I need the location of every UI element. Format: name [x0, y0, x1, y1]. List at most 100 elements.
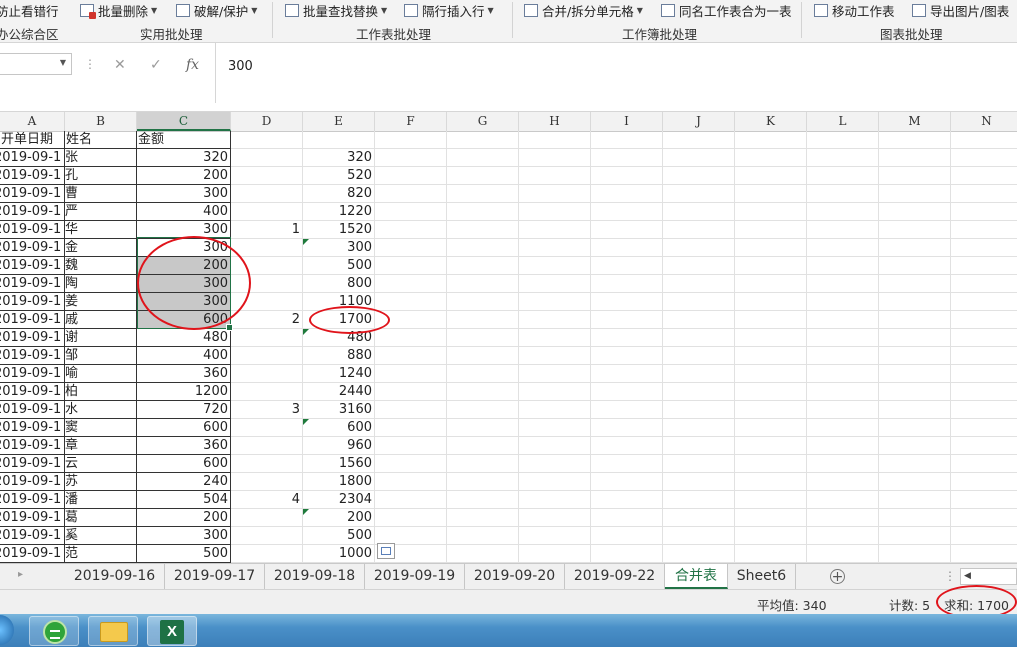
empty-cell[interactable]	[375, 239, 447, 257]
cell-b[interactable]: 范	[65, 545, 137, 563]
formula-input[interactable]: 300	[215, 43, 1017, 103]
empty-cell[interactable]	[735, 455, 807, 473]
cell-d[interactable]	[231, 473, 303, 491]
empty-cell[interactable]	[807, 347, 879, 365]
empty-cell[interactable]	[951, 329, 1017, 347]
empty-cell[interactable]	[591, 365, 663, 383]
empty-cell[interactable]	[807, 149, 879, 167]
empty-cell[interactable]	[951, 437, 1017, 455]
cell-c[interactable]: 600	[137, 311, 231, 329]
empty-cell[interactable]	[663, 167, 735, 185]
empty-cell[interactable]	[591, 293, 663, 311]
empty-cell[interactable]	[879, 437, 951, 455]
tab-2019-09-19[interactable]: 2019-09-19	[365, 564, 465, 589]
empty-cell[interactable]	[519, 239, 591, 257]
cell-e[interactable]: 820	[303, 185, 375, 203]
empty-cell[interactable]	[735, 419, 807, 437]
empty-cell[interactable]	[375, 221, 447, 239]
cell-b[interactable]: 魏	[65, 257, 137, 275]
empty-cell[interactable]	[735, 347, 807, 365]
empty-cell[interactable]	[375, 437, 447, 455]
empty-cell[interactable]	[519, 491, 591, 509]
empty-cell[interactable]	[807, 491, 879, 509]
cell-b[interactable]: 潘	[65, 491, 137, 509]
cell-c[interactable]: 200	[137, 167, 231, 185]
ribbon-button-interleave-insert-row[interactable]: 隔行插入行 ▼	[404, 2, 494, 19]
empty-cell[interactable]	[663, 545, 735, 563]
empty-cell[interactable]	[663, 347, 735, 365]
empty-cell[interactable]	[447, 311, 519, 329]
empty-cell[interactable]	[591, 329, 663, 347]
empty-cell[interactable]	[951, 203, 1017, 221]
cell-a[interactable]: 2019-09-1	[0, 545, 65, 563]
column-header-j[interactable]: J	[663, 112, 735, 131]
empty-cell[interactable]	[375, 203, 447, 221]
empty-cell[interactable]	[735, 365, 807, 383]
empty-cell[interactable]	[951, 545, 1017, 563]
empty-cell[interactable]	[375, 491, 447, 509]
empty-cell[interactable]	[447, 293, 519, 311]
cell-b[interactable]: 姜	[65, 293, 137, 311]
column-header-d[interactable]: D	[231, 112, 303, 131]
cell-a[interactable]: 2019-09-1	[0, 257, 65, 275]
empty-cell[interactable]	[519, 527, 591, 545]
empty-cell[interactable]	[735, 401, 807, 419]
empty-cell[interactable]	[519, 311, 591, 329]
empty-cell[interactable]	[807, 419, 879, 437]
empty-cell[interactable]	[663, 455, 735, 473]
ribbon-button-merge-split-cells[interactable]: 合并/拆分单元格 ▼	[524, 2, 643, 19]
taskbar-browser[interactable]	[29, 616, 79, 646]
cell-a[interactable]: 2019-09-1	[0, 527, 65, 545]
empty-cell[interactable]	[879, 311, 951, 329]
cell-c[interactable]: 504	[137, 491, 231, 509]
empty-cell[interactable]	[591, 509, 663, 527]
empty-cell[interactable]	[591, 239, 663, 257]
empty-cell[interactable]	[951, 383, 1017, 401]
cell-d[interactable]	[231, 437, 303, 455]
empty-cell[interactable]	[447, 383, 519, 401]
empty-cell[interactable]	[303, 131, 375, 149]
cell-e[interactable]: 2304	[303, 491, 375, 509]
empty-cell[interactable]	[447, 419, 519, 437]
empty-cell[interactable]	[807, 383, 879, 401]
empty-cell[interactable]	[807, 167, 879, 185]
cell-b[interactable]: 水	[65, 401, 137, 419]
cell-e[interactable]: 2440	[303, 383, 375, 401]
cell-c[interactable]: 300	[137, 185, 231, 203]
tab-2019-09-22[interactable]: 2019-09-22	[565, 564, 665, 589]
cell-e[interactable]: 880	[303, 347, 375, 365]
empty-cell[interactable]	[375, 401, 447, 419]
empty-cell[interactable]	[519, 257, 591, 275]
empty-cell[interactable]	[807, 293, 879, 311]
empty-cell[interactable]	[879, 185, 951, 203]
empty-cell[interactable]	[591, 491, 663, 509]
cell-b[interactable]: 窦	[65, 419, 137, 437]
worksheet-grid[interactable]: 开单日期 姓名 金额 2019-09-1 张 320 320 2019-09-1 孔 200 520…	[0, 131, 1017, 563]
cell-a[interactable]: 2019-09-1	[0, 455, 65, 473]
empty-cell[interactable]	[879, 365, 951, 383]
cell-e[interactable]: 1700	[303, 311, 375, 329]
empty-cell[interactable]	[735, 185, 807, 203]
empty-cell[interactable]	[735, 167, 807, 185]
cell-c[interactable]: 1200	[137, 383, 231, 401]
column-header-e[interactable]: E	[303, 112, 375, 131]
ribbon-button-export-images[interactable]: 导出图片/图表	[912, 2, 1009, 19]
cell-c[interactable]: 200	[137, 509, 231, 527]
empty-cell[interactable]	[951, 473, 1017, 491]
cell-d[interactable]	[231, 329, 303, 347]
cell-d[interactable]	[231, 383, 303, 401]
empty-cell[interactable]	[591, 221, 663, 239]
empty-cell[interactable]	[447, 239, 519, 257]
empty-cell[interactable]	[375, 455, 447, 473]
cell-d[interactable]: 1	[231, 221, 303, 239]
empty-cell[interactable]	[375, 419, 447, 437]
empty-cell[interactable]	[951, 275, 1017, 293]
cell-e[interactable]: 1000	[303, 545, 375, 563]
empty-cell[interactable]	[951, 131, 1017, 149]
empty-cell[interactable]	[663, 185, 735, 203]
empty-cell[interactable]	[447, 455, 519, 473]
empty-cell[interactable]	[447, 275, 519, 293]
empty-cell[interactable]	[735, 293, 807, 311]
cell-d[interactable]	[231, 347, 303, 365]
cell-e[interactable]: 480	[303, 329, 375, 347]
